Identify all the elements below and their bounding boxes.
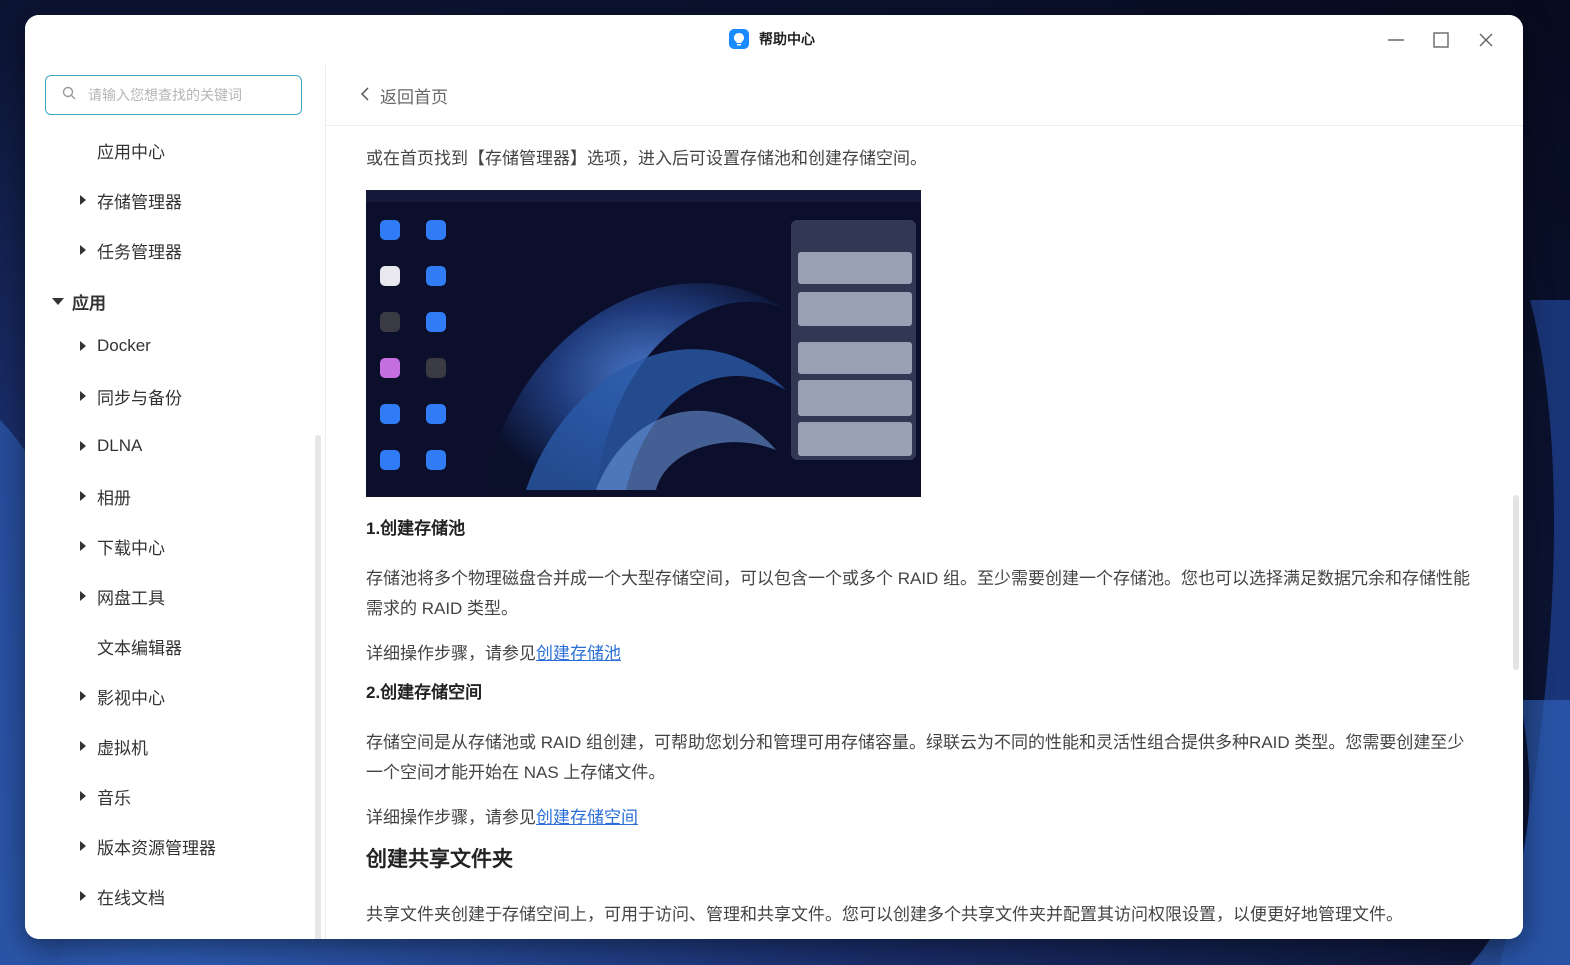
sidebar-item-text-editor[interactable]: 文本编辑器 [97, 631, 182, 661]
title-bar: 帮助中心 [25, 15, 1523, 66]
sidebar-item-download-center[interactable]: 下载中心 [75, 531, 165, 561]
caret-right-icon [75, 441, 91, 451]
help-center-window: 帮助中心 应用中心 存储管理器 [25, 15, 1523, 939]
sidebar-item-app-center[interactable]: 应用中心 [97, 135, 165, 165]
sidebar-group-apps[interactable]: 应用 [50, 286, 106, 316]
section2-body: 存储空间是从存储池或 RAID 组创建，可帮助您划分和管理可用存储容量。绿联云为… [366, 733, 1465, 782]
help-app-icon [729, 29, 749, 49]
section3-body: 共享文件夹创建于存储空间上，可用于访问、管理和共享文件。您可以创建多个共享文件夹… [366, 905, 1403, 924]
sidebar-item-version-explorer[interactable]: 版本资源管理器 [75, 831, 216, 861]
sidebar-scrollbar[interactable] [315, 435, 321, 939]
section2-heading: 2.创建存储空间 [366, 683, 483, 702]
sidebar-item-sync-backup[interactable]: 同步与备份 [75, 381, 182, 411]
sidebar: 应用中心 存储管理器 任务管理器 应用 Docker 同步与备份 [25, 65, 326, 939]
main-scrollbar[interactable] [1513, 495, 1519, 670]
caret-right-icon [75, 791, 91, 801]
caret-right-icon [75, 841, 91, 851]
caret-right-icon [75, 341, 91, 351]
section1-body: 存储池将多个物理磁盘合并成一个大型存储空间，可以包含一个或多个 RAID 组。至… [366, 569, 1471, 618]
search-input[interactable] [86, 86, 290, 104]
back-home-link[interactable]: 返回首页 [360, 83, 448, 108]
section1-steps: 详细操作步骤，请参见创建存储池 [366, 644, 621, 663]
desktop-screenshot-image [366, 190, 921, 497]
caret-right-icon [75, 591, 91, 601]
back-bar: 返回首页 [326, 65, 1523, 126]
window-title: 帮助中心 [759, 31, 815, 47]
caret-right-icon [75, 541, 91, 551]
caret-down-icon [50, 297, 66, 305]
caret-right-icon [75, 891, 91, 901]
sidebar-item-online-docs[interactable]: 在线文档 [75, 881, 165, 911]
caret-right-icon [75, 741, 91, 751]
section3-heading: 创建共享文件夹 [366, 848, 513, 871]
sidebar-item-docker[interactable]: Docker [75, 331, 151, 361]
caret-right-icon [75, 691, 91, 701]
main-content: 返回首页 或在首页找到【存储管理器】选项，进入后可设置存储池和创建存储空间。 1… [326, 65, 1523, 939]
caret-right-icon [75, 195, 91, 205]
minimize-icon[interactable] [1384, 28, 1408, 52]
caret-right-icon [75, 491, 91, 501]
caret-right-icon [75, 245, 91, 255]
sidebar-item-virtual-machine[interactable]: 虚拟机 [75, 731, 148, 761]
create-storage-space-link[interactable]: 创建存储空间 [536, 808, 638, 827]
search-box[interactable] [45, 75, 302, 115]
sidebar-item-music[interactable]: 音乐 [75, 781, 131, 811]
sidebar-item-storage-manager[interactable]: 存储管理器 [75, 185, 182, 215]
maximize-icon[interactable] [1429, 28, 1453, 52]
sidebar-item-dlna[interactable]: DLNA [75, 431, 142, 461]
sidebar-item-photos[interactable]: 相册 [75, 481, 131, 511]
create-storage-pool-link[interactable]: 创建存储池 [536, 644, 621, 663]
section2-steps: 详细操作步骤，请参见创建存储空间 [366, 808, 638, 827]
sidebar-item-video-center[interactable]: 影视中心 [75, 681, 165, 711]
caret-right-icon [75, 391, 91, 401]
sidebar-item-cloud-tools[interactable]: 网盘工具 [75, 581, 165, 611]
section1-heading: 1.创建存储池 [366, 519, 466, 538]
close-icon[interactable] [1474, 28, 1498, 52]
intro-paragraph: 或在首页找到【存储管理器】选项，进入后可设置存储池和创建存储空间。 [366, 149, 927, 168]
search-icon [62, 86, 76, 105]
window-title-group: 帮助中心 [729, 29, 815, 49]
chevron-left-icon [360, 86, 370, 106]
sidebar-item-task-manager[interactable]: 任务管理器 [75, 235, 182, 265]
